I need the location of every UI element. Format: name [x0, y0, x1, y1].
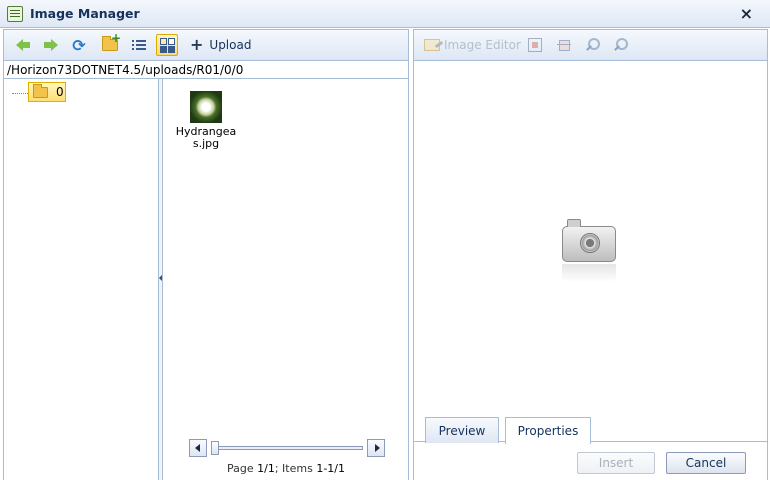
- image-editor-label: Image Editor: [444, 38, 521, 52]
- current-path: /Horizon73DOTNET4.5/uploads/R01/0/0: [4, 61, 408, 79]
- camera-icon: [562, 219, 616, 262]
- file-item[interactable]: Hydrangeas.jpg: [172, 91, 240, 150]
- tab-properties[interactable]: Properties: [505, 417, 591, 444]
- best-fit-icon: [528, 38, 542, 52]
- zoom-out-icon: [613, 38, 628, 52]
- slider-track[interactable]: [211, 446, 363, 450]
- pager-page-value: 1/1: [257, 462, 275, 475]
- camera-reflection: [562, 264, 616, 282]
- back-button[interactable]: [12, 34, 34, 56]
- zoom-in-icon: [585, 38, 600, 52]
- zoom-out-button[interactable]: [613, 34, 628, 56]
- pager-status: Page 1/1; Items 1-1/1: [164, 462, 408, 475]
- folder-icon: [33, 83, 48, 98]
- pager-items-label: ; Items: [274, 462, 317, 475]
- image-thumbnail: [190, 91, 222, 123]
- title-bar: Image Manager ×: [0, 0, 770, 28]
- list-view-button[interactable]: [128, 34, 150, 56]
- image-preview-area: [414, 61, 767, 416]
- insert-button[interactable]: Insert: [577, 452, 655, 474]
- file-list: Hydrangeas.jpg Page 1/1; Items 1-1/1: [164, 79, 408, 480]
- new-folder-button[interactable]: [99, 31, 121, 56]
- back-arrow-icon: [16, 39, 30, 51]
- close-icon[interactable]: ×: [740, 4, 753, 23]
- new-folder-icon: [102, 31, 121, 51]
- preview-toolbar: Image Editor: [414, 30, 767, 61]
- plus-icon: +: [190, 35, 204, 54]
- camera-lens: [580, 233, 600, 253]
- thumbnail-view-icon: [160, 38, 174, 52]
- tree-connector: [12, 93, 28, 94]
- forward-arrow-icon: [44, 39, 58, 51]
- cancel-button[interactable]: Cancel: [666, 452, 746, 474]
- thumbnail-size-slider[interactable]: [189, 439, 385, 457]
- pager-items-value: 1-1/1: [316, 462, 345, 475]
- thumbnail-view-button[interactable]: [156, 34, 178, 56]
- preview-tabs: Preview Properties: [414, 416, 767, 444]
- actual-size-icon: [557, 38, 571, 52]
- folder-tree: 0: [4, 79, 159, 480]
- tab-preview[interactable]: Preview: [425, 417, 499, 443]
- zoom-in-button[interactable]: [585, 34, 600, 56]
- pager-page-label: Page: [227, 462, 258, 475]
- image-editor-button[interactable]: Image Editor: [424, 34, 521, 56]
- pane-splitter[interactable]: [159, 79, 163, 480]
- list-view-icon: [132, 39, 146, 51]
- preview-panel: Image Editor Preview Properties Insert C…: [413, 29, 768, 480]
- image-manager-icon: [7, 6, 23, 22]
- file-browser-panel: ⟳ + Upload /Horizon73DOTNET4.5/uploads/R…: [3, 29, 409, 480]
- refresh-button[interactable]: ⟳: [68, 34, 90, 56]
- refresh-icon: ⟳: [72, 35, 86, 55]
- file-browser-toolbar: ⟳ + Upload: [4, 30, 408, 61]
- window-title: Image Manager: [30, 6, 140, 21]
- upload-label: Upload: [209, 38, 252, 52]
- slider-increase-button[interactable]: [367, 439, 385, 457]
- actual-size-button[interactable]: [557, 34, 571, 56]
- collapse-arrow-icon[interactable]: [159, 275, 162, 281]
- tree-node-folder[interactable]: 0: [28, 82, 66, 102]
- forward-button[interactable]: [40, 34, 62, 56]
- file-name: Hydrangeas.jpg: [175, 125, 237, 150]
- slider-handle[interactable]: [211, 441, 219, 455]
- best-fit-button[interactable]: [528, 34, 542, 56]
- tree-node-label: 0: [56, 85, 64, 99]
- upload-button[interactable]: + Upload: [190, 34, 251, 56]
- image-editor-icon: [424, 39, 440, 51]
- slider-decrease-button[interactable]: [189, 439, 207, 457]
